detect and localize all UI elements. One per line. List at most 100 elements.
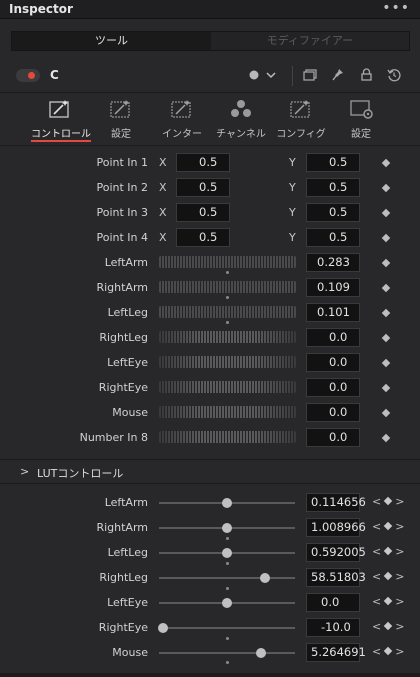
copy-tool-icon[interactable] bbox=[303, 69, 317, 81]
color-dot-icon[interactable] bbox=[249, 70, 259, 80]
reset-icon[interactable] bbox=[387, 68, 401, 82]
default-marker bbox=[226, 321, 229, 324]
param-label: Number In 8 bbox=[79, 431, 148, 444]
value-field[interactable]: 0.592005 bbox=[306, 543, 366, 562]
tool-tab-channels[interactable]: チャンネル bbox=[212, 97, 270, 140]
wand-icon bbox=[290, 100, 310, 118]
pin-icon[interactable] bbox=[332, 68, 344, 82]
keyframe-diamond-icon[interactable] bbox=[383, 571, 393, 581]
lut-controls-section-header[interactable]: > LUTコントロール bbox=[0, 459, 420, 484]
default-marker bbox=[226, 637, 229, 640]
thumbwheel-control[interactable] bbox=[159, 281, 296, 293]
keyframe-diamond-icon[interactable] bbox=[383, 521, 393, 531]
slider-knob[interactable] bbox=[222, 598, 232, 608]
point-y-field[interactable]: 0.5 bbox=[306, 203, 360, 222]
param-label: RightLeg bbox=[99, 571, 148, 584]
point-x-field[interactable]: 0.5 bbox=[176, 153, 230, 172]
thumbwheel-control[interactable] bbox=[159, 381, 296, 393]
chevron-down-icon[interactable] bbox=[266, 72, 276, 79]
y-axis-label: Y bbox=[289, 231, 296, 244]
value-field[interactable]: 0.114656 bbox=[306, 493, 366, 512]
param-label: RightArm bbox=[96, 281, 148, 294]
keyframe-diamond-icon[interactable] bbox=[383, 496, 393, 506]
default-marker bbox=[226, 587, 229, 590]
param-label: RightEye bbox=[98, 621, 148, 634]
lock-icon[interactable] bbox=[361, 68, 372, 81]
tool-tab-settings-2[interactable]: 設定 bbox=[332, 97, 390, 140]
value-field[interactable]: 0.283 bbox=[306, 253, 360, 272]
tool-tab-label: 設定 bbox=[111, 129, 131, 140]
inspector-title: Inspector bbox=[9, 2, 73, 16]
param-label: LeftLeg bbox=[107, 546, 148, 559]
value-field[interactable]: 0.101 bbox=[306, 303, 360, 322]
tool-tab-inter[interactable]: インター bbox=[153, 97, 211, 140]
param-label: Mouse bbox=[112, 646, 148, 659]
point-label: Point In 3 bbox=[96, 206, 148, 219]
thumbwheel-control[interactable] bbox=[159, 256, 296, 268]
tool-tab-controls[interactable]: コントロール bbox=[31, 97, 91, 140]
tool-tab-label: チャンネル bbox=[216, 129, 266, 140]
param-label: LeftEye bbox=[107, 596, 148, 609]
keyframe-nav[interactable]: < > bbox=[372, 570, 404, 583]
thumbwheel-control[interactable] bbox=[159, 406, 296, 418]
x-axis-label: X bbox=[159, 156, 167, 169]
tab-tools[interactable]: ツール bbox=[12, 32, 211, 50]
chevron-right-icon: > bbox=[20, 465, 30, 478]
wand-icon bbox=[171, 100, 191, 118]
param-label: RightLeg bbox=[99, 331, 148, 344]
wand-icon bbox=[110, 100, 130, 118]
thumbwheel-control[interactable] bbox=[159, 331, 296, 343]
value-field[interactable]: 0.0 bbox=[306, 353, 360, 372]
slider-knob[interactable] bbox=[260, 573, 270, 583]
keyframe-nav[interactable]: < > bbox=[372, 595, 404, 608]
tool-tab-label: インター bbox=[162, 129, 202, 140]
point-y-field[interactable]: 0.5 bbox=[306, 153, 360, 172]
slider-knob[interactable] bbox=[256, 648, 266, 658]
slider-knob[interactable] bbox=[222, 498, 232, 508]
thumbwheel-control[interactable] bbox=[159, 306, 296, 318]
thumbwheel-control[interactable] bbox=[159, 356, 296, 368]
slider-track[interactable] bbox=[159, 627, 295, 629]
value-field[interactable]: 0.0 bbox=[306, 403, 360, 422]
node-enable-toggle[interactable] bbox=[16, 69, 40, 82]
keyframe-diamond-icon[interactable] bbox=[383, 621, 393, 631]
thumbwheel-control[interactable] bbox=[159, 431, 296, 443]
point-x-field[interactable]: 0.5 bbox=[176, 178, 230, 197]
point-x-field[interactable]: 0.5 bbox=[176, 228, 230, 247]
point-y-field[interactable]: 0.5 bbox=[306, 228, 360, 247]
slider-knob[interactable] bbox=[158, 623, 168, 633]
value-field[interactable]: 58.51803 bbox=[306, 568, 366, 587]
param-label: LeftArm bbox=[104, 496, 148, 509]
keyframe-diamond-icon[interactable] bbox=[383, 646, 393, 656]
param-label: RightEye bbox=[98, 381, 148, 394]
value-field[interactable]: 0.0 bbox=[306, 593, 360, 612]
value-field[interactable]: 0.0 bbox=[306, 378, 360, 397]
slider-knob[interactable] bbox=[222, 523, 232, 533]
tab-modifiers[interactable]: モディファイアー bbox=[211, 32, 409, 50]
value-field[interactable]: 0.109 bbox=[306, 278, 360, 297]
keyframe-diamond-icon[interactable] bbox=[383, 596, 393, 606]
value-field[interactable]: 5.264691 bbox=[306, 643, 366, 662]
value-field[interactable]: 0.0 bbox=[306, 428, 360, 447]
point-x-field[interactable]: 0.5 bbox=[176, 203, 230, 222]
value-field[interactable]: 1.008966 bbox=[306, 518, 366, 537]
slider-track[interactable] bbox=[159, 577, 295, 579]
value-field[interactable]: -10.0 bbox=[306, 618, 360, 637]
more-dots-icon[interactable]: ••• bbox=[382, 0, 410, 16]
tool-tab-config[interactable]: コンフィグ bbox=[272, 97, 330, 140]
keyframe-nav[interactable]: < > bbox=[372, 620, 404, 633]
keyframe-nav[interactable]: < > bbox=[372, 520, 404, 533]
tool-tab-settings[interactable]: 設定 bbox=[92, 97, 150, 140]
value-field[interactable]: 0.0 bbox=[306, 328, 360, 347]
keyframe-diamond-icon[interactable] bbox=[383, 546, 393, 556]
slider-track[interactable] bbox=[159, 652, 295, 654]
point-y-field[interactable]: 0.5 bbox=[306, 178, 360, 197]
slider-knob[interactable] bbox=[222, 548, 232, 558]
param-label: RightArm bbox=[96, 521, 148, 534]
keyframe-nav[interactable]: < > bbox=[372, 495, 404, 508]
point-label: Point In 2 bbox=[96, 181, 148, 194]
keyframe-nav[interactable]: < > bbox=[372, 545, 404, 558]
tabs-top-divider bbox=[0, 92, 420, 93]
keyframe-nav[interactable]: < > bbox=[372, 645, 404, 658]
tool-tab-label: コンフィグ bbox=[276, 129, 326, 140]
